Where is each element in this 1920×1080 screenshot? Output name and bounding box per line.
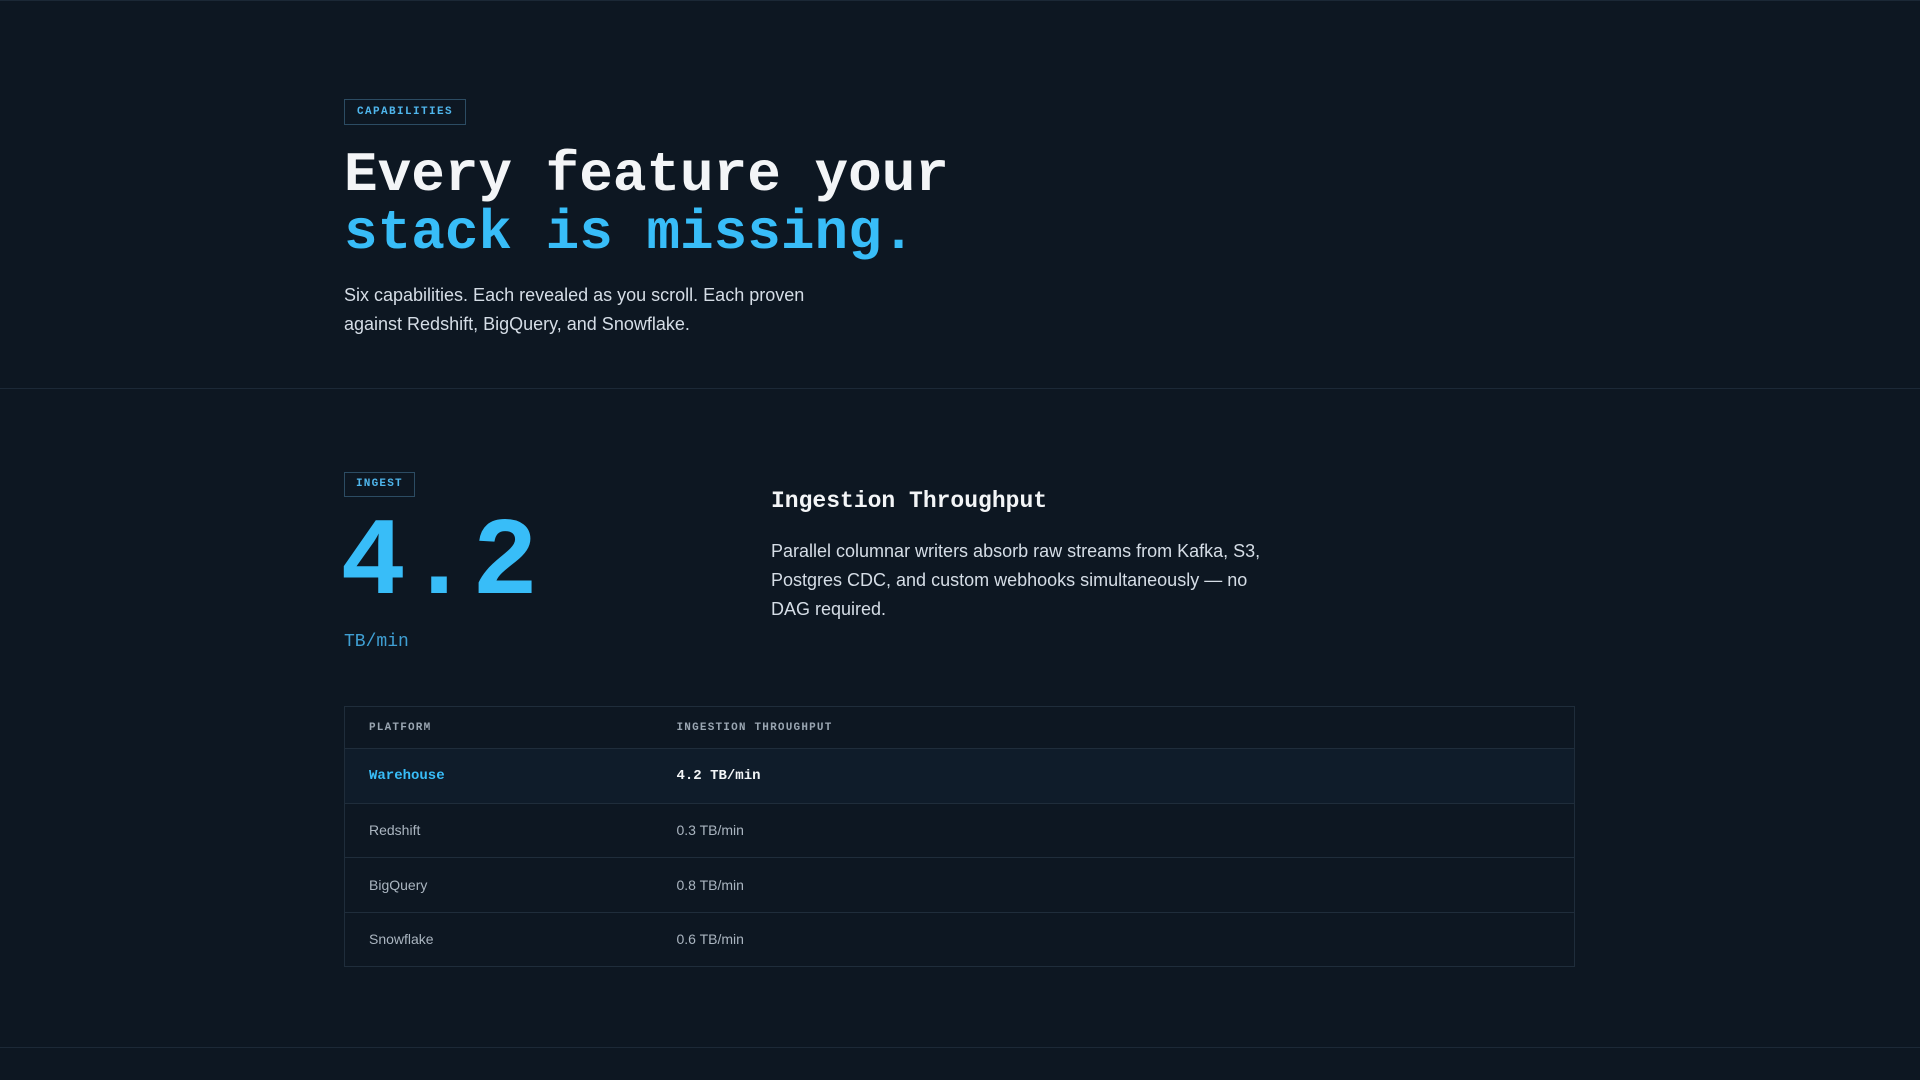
table-cell-throughput: 0.6 TB/min: [676, 931, 744, 948]
hero-section: CAPABILITIES Every feature your stack is…: [0, 0, 1920, 389]
table-row-highlighted: Warehouse 4.2 TB/min: [344, 748, 1575, 804]
table-cell-platform: Redshift: [344, 803, 653, 858]
feature-title: Ingestion Throughput: [771, 488, 1048, 514]
section-eyebrow-badge: CAPABILITIES: [344, 99, 467, 125]
table-cell-platform: BigQuery: [344, 857, 653, 913]
table-cell-platform: Warehouse: [344, 748, 653, 804]
page-headline: Every feature your stack is missing.: [344, 146, 949, 262]
table-row: Redshift 0.3 TB/min: [344, 803, 1575, 858]
section-divider: [0, 1047, 1920, 1048]
headline-line-2-accent: stack is missing.: [344, 201, 916, 265]
hero-subtitle: Six capabilities. Each revealed as you s…: [344, 285, 805, 334]
headline-line-1: Every feature your: [344, 143, 949, 207]
column-header-throughput: INGESTION THROUGHPUT: [652, 706, 1575, 749]
table-cell-throughput: 0.8 TB/min: [652, 857, 1575, 913]
table-cell-platform: Snowflake: [369, 931, 434, 948]
table-cell-throughput: 4.2 TB/min: [652, 748, 1575, 804]
column-header-platform: PLATFORM: [344, 706, 653, 749]
table-cell-throughput: 0.3 TB/min: [652, 803, 1575, 858]
comparison-table: PLATFORM INGESTION THROUGHPUT Warehouse …: [344, 706, 1575, 967]
table-header-row: PLATFORM INGESTION THROUGHPUT: [344, 706, 1575, 749]
table-row: BigQuery 0.8 TB/min: [344, 857, 1575, 913]
table-row: Snowflake 0.6 TB/min: [345, 912, 1575, 967]
feature-tag-badge: INGEST: [344, 472, 415, 497]
feature-metric-unit: TB/min: [344, 632, 409, 652]
feature-description: Parallel columnar writers absorb raw str…: [771, 541, 1261, 619]
feature-metric-value: 4.2: [340, 502, 539, 627]
